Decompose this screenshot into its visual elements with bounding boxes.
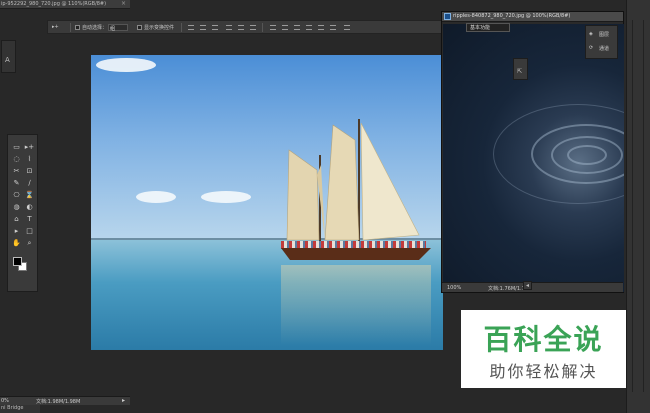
floating-window-title: ripples-840872_980_720.jpg @ 100%(RGB/8#…	[453, 13, 571, 19]
ripples-image	[443, 24, 624, 292]
auto-select-checkbox[interactable]	[75, 25, 80, 30]
show-transform-checkbox[interactable]	[137, 25, 142, 30]
zoom-level[interactable]: 100%	[447, 285, 461, 291]
collapsed-panel[interactable]: A	[1, 40, 16, 73]
close-icon[interactable]: ×	[121, 0, 126, 7]
cloud	[136, 191, 176, 203]
gradient-tool-icon[interactable]: T	[24, 214, 35, 224]
workspace-switcher[interactable]: 基本功能	[466, 23, 510, 32]
separator	[181, 23, 182, 32]
dodge-tool-icon[interactable]: □	[24, 226, 35, 236]
crop-tool-icon[interactable]: ✂	[11, 166, 22, 176]
magic-wand-tool-icon[interactable]: ⌇	[24, 154, 35, 164]
type-icon[interactable]: A	[5, 56, 10, 64]
scrollbar[interactable]	[632, 20, 644, 392]
auto-select-label: 自动选择：	[82, 25, 108, 31]
distribute-right-icon[interactable]	[330, 25, 336, 30]
layers-icon[interactable]: ◈	[589, 31, 593, 37]
layers-channels-panel: ◈ 图层 ⟳ 通道	[585, 25, 618, 59]
zoom-level[interactable]: 0%	[1, 398, 9, 404]
right-panel-strip	[626, 0, 650, 413]
pen-tool-icon[interactable]: ✋	[11, 238, 22, 248]
history-brush-tool-icon[interactable]: ◐	[24, 202, 35, 212]
channels-icon[interactable]: ⟳	[589, 45, 593, 51]
eraser-tool-icon[interactable]: ⌂	[11, 214, 22, 224]
clone-stamp-tool-icon[interactable]: ◍	[11, 202, 22, 212]
brush-tool-icon[interactable]: ⌛	[24, 190, 35, 200]
scroll-arrow-button[interactable]: ◂	[523, 281, 532, 290]
toolbox: ▭ ▸+ ◌ ⌇ ✂ ⊡ ✎ ∕ ⎔ ⌛ ◍ ◐ ⌂ T ▸ □ ✋ ⌕	[7, 134, 38, 292]
align-top-icon[interactable]	[188, 25, 194, 30]
ripple	[493, 104, 624, 204]
document-tab[interactable]: ip-952292_980_720.jpg @ 110%(RGB/8#) ×	[0, 0, 130, 9]
eyedropper-tool-icon[interactable]: ✎	[11, 178, 22, 188]
photoshop-icon	[444, 13, 451, 20]
floating-window-title-bar[interactable]: ripples-840872_980_720.jpg @ 100%(RGB/8#…	[442, 12, 623, 22]
mini-bridge-tab[interactable]: ni Bridge	[0, 405, 40, 413]
layers-tab[interactable]: 图层	[599, 31, 609, 38]
document-canvas[interactable]	[91, 55, 443, 350]
cloud	[96, 58, 156, 72]
panel-dock[interactable]: ⇱	[513, 58, 528, 80]
status-bar: 0% 文档:1.98M/1.98M ▸	[0, 396, 130, 405]
ruler-tool-icon[interactable]: ∕	[24, 178, 35, 188]
distribute-middle-icon[interactable]	[282, 25, 288, 30]
auto-align-icon[interactable]	[344, 25, 350, 30]
align-left-icon[interactable]	[226, 25, 232, 30]
move-tool-icon[interactable]: ▸+	[24, 142, 35, 152]
distribute-left-icon[interactable]	[306, 25, 312, 30]
marquee-tool-icon[interactable]: ▭	[11, 142, 22, 152]
lasso-tool-icon[interactable]: ◌	[11, 154, 22, 164]
align-center-icon[interactable]	[238, 25, 244, 30]
status-menu-arrow-icon[interactable]: ▸	[122, 397, 125, 404]
separator	[262, 23, 263, 32]
document-size: 文档:1.98M/1.98M	[36, 399, 81, 405]
boat-deck	[281, 241, 426, 249]
separator	[70, 23, 71, 32]
boat-hull	[281, 248, 431, 260]
align-bottom-icon[interactable]	[212, 25, 218, 30]
blur-tool-icon[interactable]: ▸	[11, 226, 22, 236]
slice-tool-icon[interactable]: ⊡	[24, 166, 35, 176]
document-tab-title: ip-952292_980_720.jpg @ 110%(RGB/8#)	[1, 1, 107, 7]
watermark-title: 百科全说	[483, 323, 604, 356]
align-right-icon[interactable]	[250, 25, 256, 30]
watermark-subtitle: 助你轻松解决	[489, 362, 598, 381]
boat-reflection	[281, 265, 431, 345]
show-transform-label: 显示变换控件	[144, 25, 175, 31]
watermark: 百科全说 助你轻松解决	[461, 310, 626, 388]
align-middle-icon[interactable]	[200, 25, 206, 30]
options-bar: ▸+ 自动选择： 组 显示变换控件	[47, 20, 443, 34]
distribute-bottom-icon[interactable]	[294, 25, 300, 30]
expand-panel-icon[interactable]: ⇱	[517, 68, 522, 75]
floating-document-window[interactable]: ripples-840872_980_720.jpg @ 100%(RGB/8#…	[441, 11, 624, 293]
foreground-color-swatch[interactable]	[13, 257, 22, 266]
distribute-center-icon[interactable]	[318, 25, 324, 30]
distribute-top-icon[interactable]	[270, 25, 276, 30]
cloud	[201, 191, 251, 203]
floating-window-status-bar: 100% 文档:1.76M/1.76M	[442, 282, 623, 292]
channels-tab[interactable]: 通道	[599, 45, 609, 52]
auto-select-dropdown[interactable]: 组	[108, 24, 128, 32]
move-tool-icon[interactable]: ▸+	[52, 24, 59, 30]
spot-heal-tool-icon[interactable]: ⎔	[11, 190, 22, 200]
sails	[286, 122, 420, 241]
type-tool-icon[interactable]: ⌕	[24, 238, 35, 248]
